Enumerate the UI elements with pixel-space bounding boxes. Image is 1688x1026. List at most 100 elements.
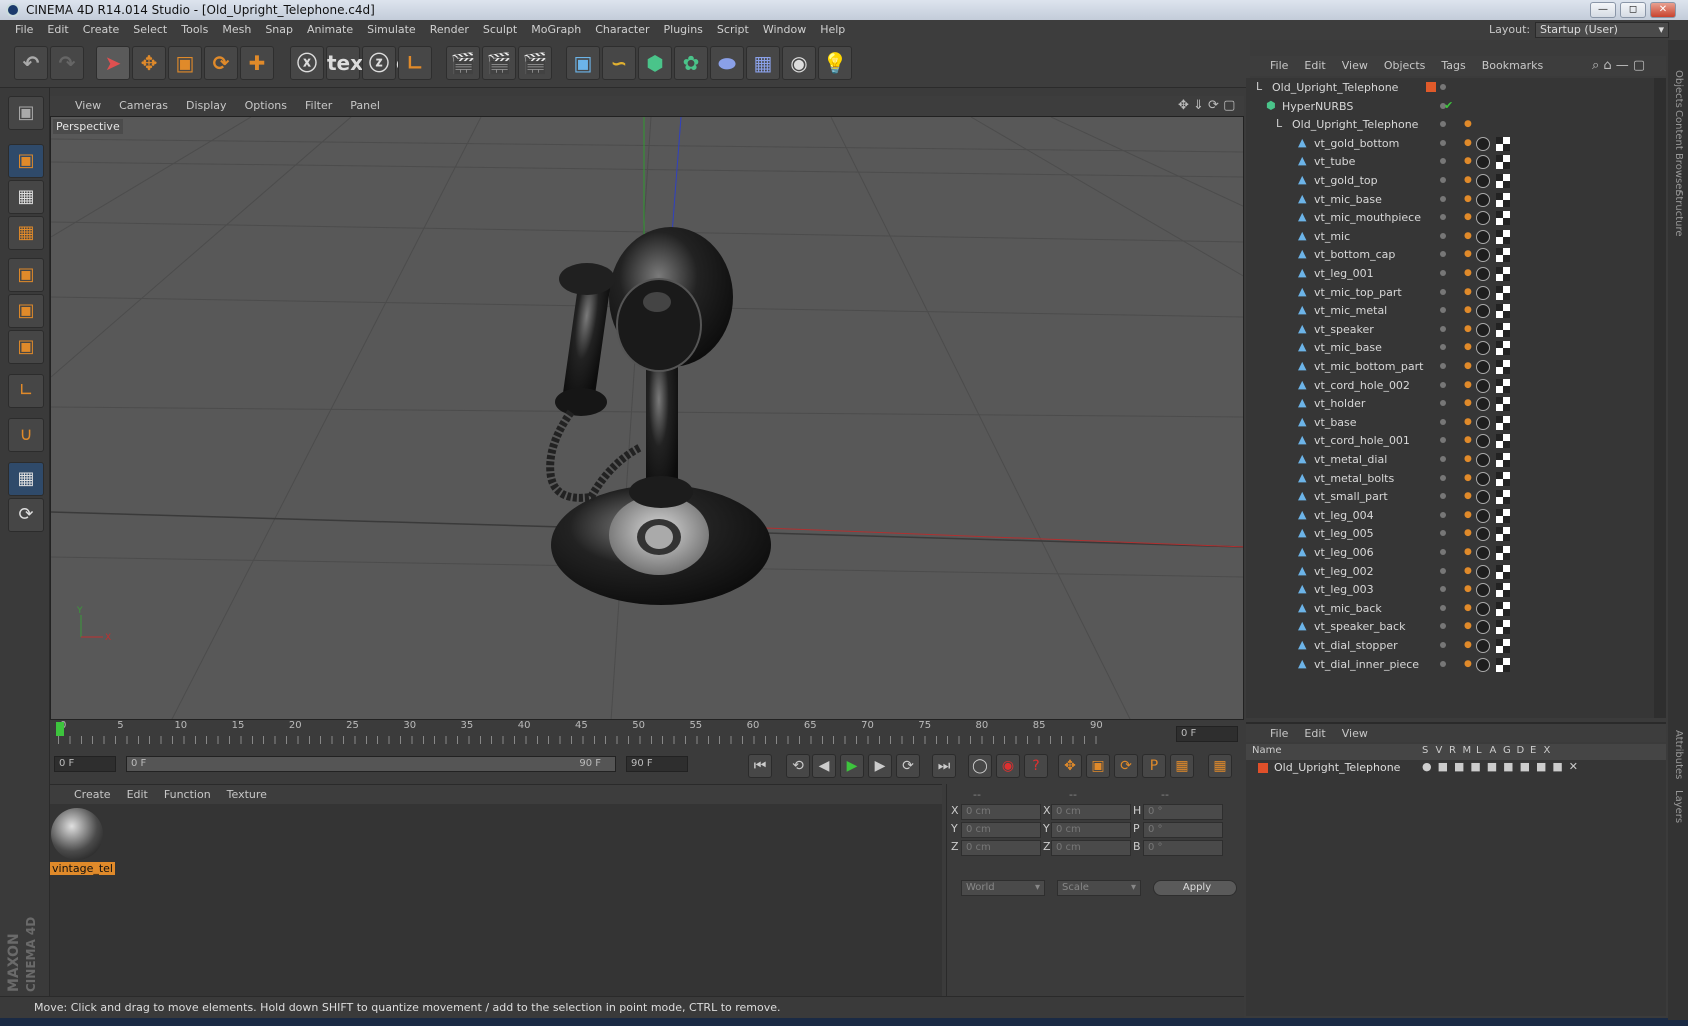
material-tag-icon[interactable] — [1476, 248, 1490, 263]
uvw-tag-icon[interactable] — [1496, 527, 1510, 542]
uvw-tag-icon[interactable] — [1496, 434, 1510, 449]
menu-select[interactable]: Select — [126, 20, 174, 40]
uvw-tag-icon[interactable] — [1496, 341, 1510, 356]
tag-phong-icon[interactable]: ● — [1464, 547, 1472, 557]
material-tag-icon[interactable] — [1476, 620, 1490, 635]
uvw-tag-icon[interactable] — [1496, 304, 1510, 319]
visibility-dot-icon[interactable] — [1440, 288, 1446, 295]
visibility-dot-icon[interactable] — [1440, 437, 1446, 444]
object-tree-row[interactable]: ▲ vt_small_part ● — [1246, 487, 1654, 507]
tag-phong-icon[interactable]: ● — [1464, 175, 1472, 185]
material-tag-icon[interactable] — [1476, 136, 1490, 151]
object-tree-row[interactable]: ▲ vt_bottom_cap ● — [1246, 245, 1654, 265]
tag-phong-icon[interactable]: ● — [1464, 640, 1472, 650]
material-menu-create[interactable]: Create — [66, 785, 119, 805]
material-tag-icon[interactable] — [1476, 267, 1490, 281]
search-home-icons[interactable]: ⌕ ⌂ — ▢ — [1592, 58, 1645, 73]
coord-field[interactable]: 0 ° — [1143, 840, 1223, 856]
uvw-tag-icon[interactable] — [1496, 229, 1510, 244]
start-frame-field[interactable]: 0 F — [54, 756, 116, 772]
uvw-tag-icon[interactable] — [1496, 211, 1510, 226]
uvw-tag-icon[interactable] — [1496, 564, 1510, 579]
transform-mode-select[interactable]: Scale ▾ — [1057, 880, 1141, 896]
uvw-tag-icon[interactable] — [1496, 620, 1510, 635]
autokey-icon[interactable]: ◉ — [996, 754, 1020, 778]
menu-script[interactable]: Script — [710, 20, 756, 40]
material-tag-icon[interactable] — [1476, 471, 1490, 486]
object-menu-bookmarks[interactable]: Bookmarks — [1474, 56, 1551, 76]
uvw-tag-icon[interactable] — [1496, 490, 1510, 505]
uvw-tag-icon[interactable] — [1496, 322, 1510, 337]
live-selection-icon[interactable]: ➤ — [96, 46, 130, 80]
next-key-icon[interactable]: ⟳ — [896, 754, 920, 778]
object-tree-row[interactable]: ▲ vt_mic_mouthpiece ● — [1246, 208, 1654, 228]
timeline-window-icon[interactable]: ▦ — [1208, 754, 1232, 778]
viewport-menu-options[interactable]: Options — [236, 96, 296, 116]
uvw-tag-icon[interactable] — [1496, 601, 1510, 616]
menu-window[interactable]: Window — [756, 20, 813, 40]
visibility-dot-icon[interactable] — [1440, 84, 1446, 90]
material-tag-icon[interactable] — [1476, 546, 1490, 560]
current-frame-field[interactable]: 0 F — [1176, 726, 1238, 742]
object-name[interactable]: vt_speaker_back — [1314, 620, 1405, 633]
material-tag-icon[interactable] — [1476, 322, 1490, 337]
play-icon[interactable]: ▶ — [840, 754, 864, 778]
object-name[interactable]: vt_metal_bolts — [1314, 472, 1394, 485]
coord-field[interactable]: 0 ° — [1143, 804, 1223, 820]
layer-column-header[interactable]: S — [1422, 745, 1428, 756]
layer-menu-view[interactable]: View — [1334, 724, 1376, 744]
tag-phong-icon[interactable]: ● — [1464, 119, 1472, 129]
uvw-tag-icon[interactable] — [1496, 546, 1510, 560]
material-tag-icon[interactable] — [1476, 601, 1490, 616]
object-tree-row[interactable]: ▲ vt_mic_metal ● — [1246, 301, 1654, 321]
scale-icon[interactable]: ▣ — [168, 46, 202, 80]
x-axis-lock-icon[interactable]: ⓧ — [290, 46, 324, 80]
move-icon[interactable]: ✥ — [132, 46, 166, 80]
object-tree-row[interactable]: ▲ vt_base ● — [1246, 413, 1654, 433]
material-tag-icon[interactable] — [1476, 415, 1490, 430]
layer-name[interactable]: Old_Upright_Telephone — [1274, 761, 1400, 774]
visibility-dot-icon[interactable] — [1440, 177, 1446, 183]
undo-icon[interactable]: ↶ — [14, 46, 48, 80]
z-axis-lock-icon[interactable]: ⓩ — [362, 46, 396, 80]
menu-file[interactable]: File — [8, 20, 40, 40]
object-tree-row[interactable]: ▲ vt_leg_004 ● — [1246, 506, 1654, 526]
layer-column-header[interactable]: R — [1449, 745, 1456, 756]
coord-field[interactable]: 0 ° — [1143, 822, 1223, 838]
material-tag-icon[interactable] — [1476, 229, 1490, 244]
object-tree-row[interactable]: ▲ vt_tube ● — [1246, 152, 1654, 172]
uvw-tag-icon[interactable] — [1496, 155, 1510, 170]
visibility-dot-icon[interactable] — [1440, 549, 1446, 555]
material-tag-icon[interactable] — [1476, 397, 1490, 412]
end-frame-field[interactable]: 90 F — [626, 756, 688, 772]
visibility-dot-icon[interactable] — [1440, 400, 1446, 407]
layer-color-swatch[interactable] — [1426, 82, 1436, 92]
mograph-cloner-icon[interactable]: ✿ — [674, 46, 708, 80]
deformer-icon[interactable]: ⬬ — [710, 46, 744, 80]
uvw-tag-icon[interactable] — [1496, 248, 1510, 263]
keyframe-selection-icon[interactable]: ? — [1024, 754, 1048, 778]
tag-phong-icon[interactable]: ● — [1464, 473, 1472, 483]
layer-flag-icons[interactable]: ●■■■■■■■■✕ — [1422, 760, 1584, 773]
visibility-dot-icon[interactable] — [1440, 456, 1446, 462]
viewport-menu-filter[interactable]: Filter — [296, 96, 341, 116]
material-menu-function[interactable]: Function — [156, 785, 219, 805]
uvw-tag-icon[interactable] — [1496, 378, 1510, 393]
uvw-tag-icon[interactable] — [1496, 267, 1510, 281]
menu-character[interactable]: Character — [588, 20, 656, 40]
object-tree-row[interactable]: ▲ vt_mic_bottom_part ● — [1246, 357, 1654, 377]
minimize-button[interactable]: — — [1590, 2, 1616, 18]
visibility-dot-icon[interactable] — [1440, 381, 1446, 388]
enabled-check-icon[interactable]: ✔ — [1444, 99, 1453, 112]
uvw-tag-icon[interactable] — [1496, 285, 1510, 300]
object-tree-row[interactable]: L Old_Upright_Telephone ● — [1246, 115, 1654, 135]
key-scale-icon[interactable]: ▣ — [1086, 754, 1110, 778]
object-name[interactable]: vt_mic_top_part — [1314, 286, 1402, 299]
object-name[interactable]: vt_gold_top — [1314, 174, 1378, 187]
material-tag-icon[interactable] — [1476, 527, 1490, 542]
material-tag-icon[interactable] — [1476, 453, 1490, 467]
object-tree-row[interactable]: ▲ vt_mic_top_part ● — [1246, 283, 1654, 303]
layer-column-header[interactable]: A — [1490, 745, 1497, 756]
next-frame-icon[interactable]: ▶ — [868, 754, 892, 778]
material-tag-icon[interactable] — [1476, 508, 1490, 523]
